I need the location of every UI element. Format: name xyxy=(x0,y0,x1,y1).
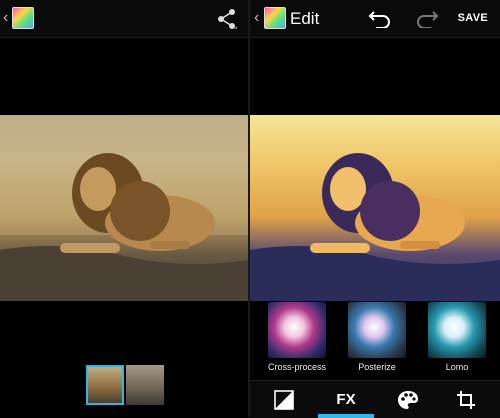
filmstrip xyxy=(86,365,164,405)
redo-icon[interactable] xyxy=(415,8,439,28)
fx-cross-process-preview xyxy=(268,302,326,358)
tab-fx[interactable]: FX xyxy=(318,381,374,418)
tab-crop[interactable] xyxy=(440,381,492,418)
share-icon[interactable] xyxy=(216,8,238,30)
editor-title: Edit xyxy=(290,9,320,28)
gallery-app-icon[interactable] xyxy=(12,7,34,29)
edited-lion-photo-image xyxy=(250,153,500,301)
fx-label: Lomo xyxy=(445,362,469,372)
thumbnail-zebra[interactable] xyxy=(126,365,164,405)
lion-photo-image xyxy=(0,115,248,301)
chevron-left-icon[interactable]: ‹ xyxy=(3,9,8,27)
editor-pane: ‹ Edit SAVE Cross-process Posterize Lomo… xyxy=(250,0,500,418)
fx-filter-strip: Cross-process Posterize Lomo xyxy=(250,300,500,380)
edited-lion-photo[interactable] xyxy=(250,115,500,301)
fx-posterize-preview xyxy=(348,302,406,358)
photo-viewer-pane: ‹ xyxy=(0,0,248,417)
palette-icon xyxy=(398,390,418,409)
editor-action-bar: ‹ Edit SAVE xyxy=(250,0,500,38)
tab-exposure[interactable] xyxy=(258,381,310,418)
fx-lomo[interactable]: Lomo xyxy=(422,300,492,380)
fx-label: Cross-process xyxy=(267,362,326,372)
fx-lomo-preview xyxy=(428,302,486,358)
fx-posterize[interactable]: Posterize xyxy=(342,300,412,380)
crop-icon xyxy=(457,390,475,409)
tab-color[interactable] xyxy=(382,381,434,418)
fx-cross-process[interactable]: Cross-process xyxy=(262,300,332,380)
undo-icon[interactable] xyxy=(368,8,392,28)
tab-fx-label: FX xyxy=(336,391,356,408)
thumbnail-lion[interactable] xyxy=(86,365,124,405)
viewer-action-bar: ‹ xyxy=(0,0,248,38)
chevron-left-icon[interactable]: ‹ xyxy=(254,9,259,27)
fx-label: Posterize xyxy=(358,362,396,372)
editor-tab-bar: FX xyxy=(250,380,500,418)
gallery-app-icon[interactable] xyxy=(264,7,286,29)
save-button[interactable]: SAVE xyxy=(458,12,488,24)
brightness-icon xyxy=(274,389,294,410)
lion-photo[interactable] xyxy=(0,115,248,301)
